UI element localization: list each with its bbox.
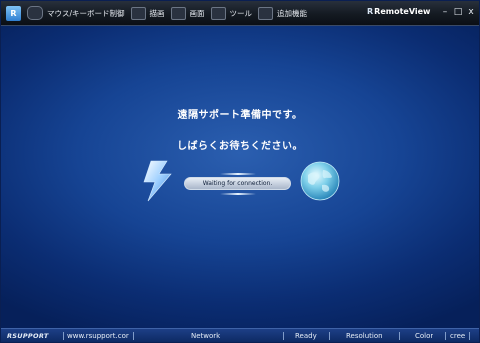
website-link[interactable]: www.rsupport.cor: [67, 329, 131, 342]
status-divider: [469, 332, 470, 340]
toolbar-screen[interactable]: 画面: [170, 1, 211, 25]
extra-functions-icon: [258, 6, 274, 20]
brand-mark: R: [367, 7, 374, 16]
status-divider: [63, 332, 64, 340]
connection-status: Waiting for connection.: [184, 177, 291, 190]
minimize-button[interactable]: –: [439, 6, 451, 18]
toolbar-label: マウス/キーボード制御: [47, 8, 125, 18]
remoteview-window: R マウス/キーボード制御 描画 画面 ツール 追加機能 RRemoteView…: [0, 0, 480, 343]
status-divider: [445, 332, 446, 340]
lightning-icon: [143, 160, 172, 202]
toolbar-extra-functions[interactable]: 追加機能: [258, 1, 313, 25]
resolution-status: Resolution: [346, 332, 383, 340]
toolbar-label: 画面: [189, 8, 205, 18]
toolbar-mouse-keyboard[interactable]: マウス/キーボード制御: [27, 1, 131, 25]
tools-icon: [210, 6, 226, 20]
toolbar-draw[interactable]: 描画: [130, 1, 171, 25]
progress-glow-bottom: [220, 193, 256, 195]
status-message-1: 遠隔サポート準備中です。: [177, 110, 303, 121]
status-divider: [133, 332, 134, 340]
title-toolbar: R マウス/キーボード制御 描画 画面 ツール 追加機能 RRemoteView…: [1, 1, 479, 26]
close-button[interactable]: x: [465, 6, 477, 18]
brand-logo: RRemoteView: [367, 7, 430, 16]
status-bar: RSUPPORT www.rsupport.cor Network Ready …: [1, 328, 479, 342]
ready-status: Ready: [295, 332, 317, 340]
status-message-2: しばらくお待ちください。: [177, 141, 303, 152]
maximize-button[interactable]: □: [452, 6, 464, 18]
color-status: Color: [415, 332, 434, 340]
status-divider: [283, 332, 284, 340]
mouse-keyboard-icon: [27, 6, 43, 20]
network-status: Network: [191, 332, 221, 340]
toolbar-label: ツール: [229, 8, 253, 18]
rsupport-logo: RSUPPORT: [7, 332, 49, 340]
globe-icon: [300, 161, 340, 201]
connection-panel: 遠隔サポート準備中です。 しばらくお待ちください。 Waiting for co…: [1, 26, 479, 328]
draw-icon: [130, 6, 146, 20]
brand-name: RemoteView: [374, 7, 431, 16]
toolbar-tools[interactable]: ツール: [210, 1, 259, 25]
app-logo[interactable]: R: [6, 5, 21, 21]
screen-icon: [170, 6, 186, 20]
screen-status: cree: [450, 332, 466, 340]
toolbar-label: 描画: [149, 8, 165, 18]
toolbar-label: 追加機能: [277, 8, 308, 18]
status-divider: [399, 332, 400, 340]
status-divider: [329, 332, 330, 340]
progress-glow-top: [220, 173, 256, 175]
